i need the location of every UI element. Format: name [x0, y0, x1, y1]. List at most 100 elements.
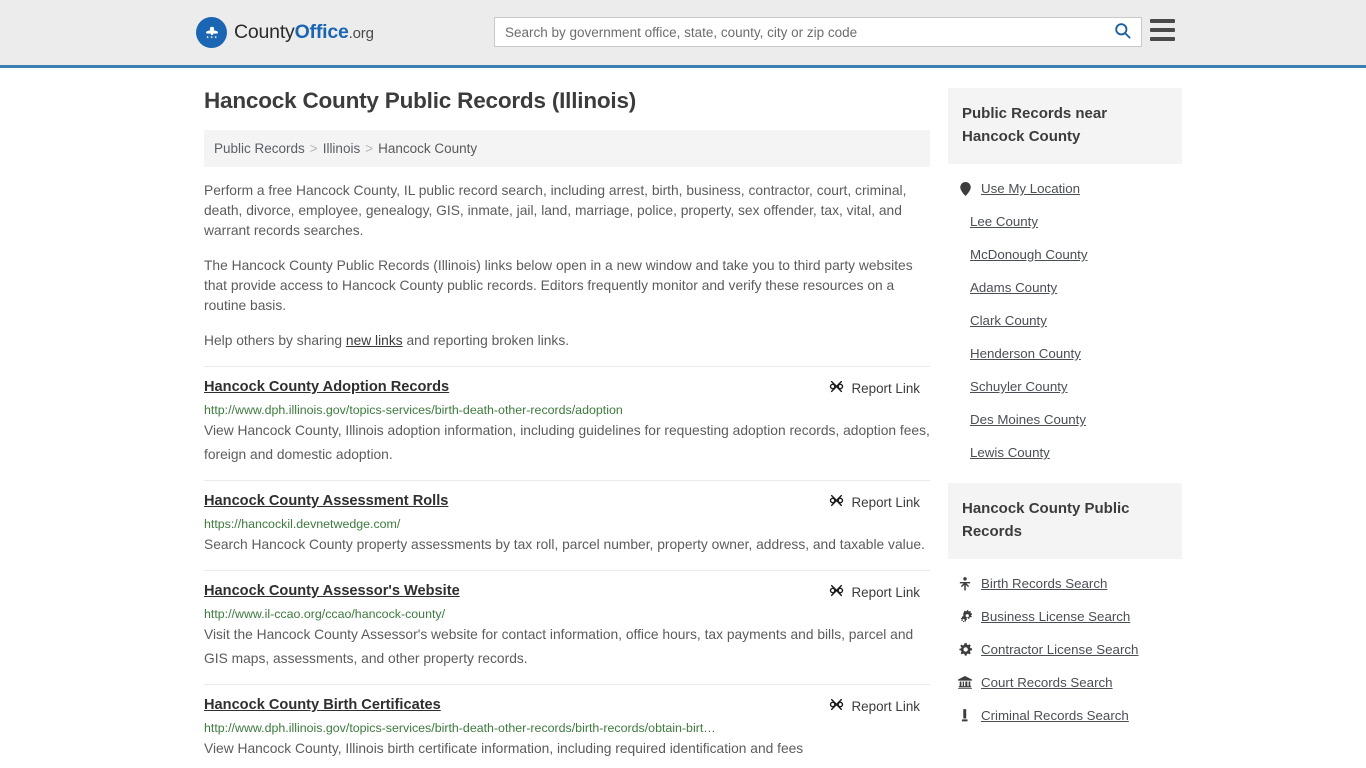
logo-wordmark: CountyOffice.org	[234, 21, 374, 44]
nearby-county-item[interactable]: McDonough County	[948, 238, 1182, 271]
nearby-county-link[interactable]: Lee County	[970, 214, 1038, 229]
nearby-county-link[interactable]: Clark County	[970, 313, 1047, 328]
site-header: CountyOffice.org	[0, 0, 1366, 68]
public-record-link[interactable]: Court Records Search	[981, 675, 1113, 690]
nearby-county-link[interactable]: Lewis County	[970, 445, 1050, 460]
result-url[interactable]: http://www.dph.illinois.gov/topics-servi…	[204, 403, 930, 417]
broken-link-icon	[829, 379, 844, 397]
report-link-button[interactable]: Report Link	[829, 583, 930, 601]
nearby-county-link[interactable]: Adams County	[970, 280, 1057, 295]
result-header: Hancock County Assessor's Website Report…	[204, 583, 930, 601]
hamburger-bar	[1150, 28, 1175, 32]
broken-link-icon	[829, 583, 844, 601]
nearby-county-item[interactable]: Schuyler County	[948, 370, 1182, 403]
intro-paragraph-1: Perform a free Hancock County, IL public…	[204, 183, 907, 238]
result-url[interactable]: http://www.il-ccao.org/ccao/hancock-coun…	[204, 607, 930, 621]
page-body: Hancock County Public Records (Illinois)…	[0, 68, 1366, 768]
result-description: View Hancock County, Illinois birth cert…	[204, 741, 804, 756]
nearby-county-link[interactable]: Des Moines County	[970, 412, 1086, 427]
gavel-icon	[958, 709, 972, 722]
nearby-county-link[interactable]: McDonough County	[970, 247, 1088, 262]
report-link-label: Report Link	[851, 584, 920, 600]
result-item: Hancock County Assessor's Website Report…	[204, 570, 930, 684]
site-logo[interactable]: CountyOffice.org	[196, 17, 374, 48]
nearby-county-item[interactable]: Des Moines County	[948, 403, 1182, 436]
breadcrumb-item-public-records[interactable]: Public Records	[214, 141, 305, 156]
public-record-link[interactable]: Contractor License Search	[981, 642, 1138, 657]
report-link-button[interactable]: Report Link	[829, 493, 930, 511]
child-icon	[958, 576, 972, 591]
eagle-seal-icon	[196, 17, 227, 48]
report-link-label: Report Link	[851, 380, 920, 396]
result-title-link[interactable]: Hancock County Assessment Rolls	[204, 493, 448, 509]
public-record-link[interactable]: Business License Search	[981, 609, 1130, 624]
intro-p3-before: Help others by sharing	[204, 333, 346, 348]
intro-p3-after: and reporting broken links.	[402, 333, 570, 348]
search-button[interactable]	[1103, 18, 1141, 46]
result-title-link[interactable]: Hancock County Birth Certificates	[204, 697, 441, 713]
results-list: Hancock County Adoption Records Report L…	[204, 366, 930, 768]
breadcrumb-separator: >	[365, 141, 374, 156]
search-input[interactable]	[495, 18, 1103, 46]
result-header: Hancock County Birth Certificates Report…	[204, 697, 930, 715]
courthouse-icon	[958, 676, 972, 689]
main-column: Hancock County Public Records (Illinois)…	[204, 88, 930, 768]
result-url[interactable]: https://hancockil.devnetwedge.com/	[204, 517, 930, 531]
new-links-link[interactable]: new links	[346, 333, 403, 348]
map-pin-icon	[958, 181, 972, 196]
nearby-county-item[interactable]: Clark County	[948, 304, 1182, 337]
nearby-county-link[interactable]: Use My Location	[981, 181, 1080, 196]
records-panel-heading: Hancock County Public Records	[948, 483, 1182, 559]
public-record-item[interactable]: Business License Search	[948, 600, 1182, 633]
logo-text-county: County	[234, 21, 295, 43]
report-link-label: Report Link	[851, 494, 920, 510]
result-title-link[interactable]: Hancock County Assessor's Website	[204, 583, 460, 599]
public-record-item[interactable]: Birth Records Search	[948, 567, 1182, 600]
gear-icon	[958, 643, 972, 656]
nearby-county-link[interactable]: Schuyler County	[970, 379, 1068, 394]
breadcrumb: Public Records > Illinois > Hancock County	[204, 130, 930, 167]
report-link-button[interactable]: Report Link	[829, 379, 930, 397]
nearby-county-item[interactable]: Henderson County	[948, 337, 1182, 370]
public-record-link[interactable]: Birth Records Search	[981, 576, 1107, 591]
public-record-item[interactable]: Criminal Records Search	[948, 699, 1182, 732]
broken-link-icon	[829, 697, 844, 715]
result-url[interactable]: http://www.dph.illinois.gov/topics-servi…	[204, 721, 930, 735]
report-link-label: Report Link	[851, 698, 920, 714]
public-record-item[interactable]: Contractor License Search	[948, 633, 1182, 666]
breadcrumb-item-illinois[interactable]: Illinois	[323, 141, 361, 156]
public-record-item[interactable]: Court Records Search	[948, 666, 1182, 699]
sidebar: Public Records near Hancock County Use M…	[948, 88, 1182, 768]
nearby-county-item[interactable]: Use My Location	[948, 172, 1182, 205]
hamburger-bar	[1150, 19, 1175, 23]
breadcrumb-item-hancock-county: Hancock County	[378, 141, 478, 156]
logo-text-office: Office	[294, 21, 349, 43]
public-record-link[interactable]: Criminal Records Search	[981, 708, 1129, 723]
content-row: Hancock County Public Records (Illinois)…	[204, 68, 1182, 768]
result-item: Hancock County Birth Certificates Report…	[204, 684, 930, 768]
result-header: Hancock County Assessment Rolls Report L…	[204, 493, 930, 511]
report-link-button[interactable]: Report Link	[829, 697, 930, 715]
nearby-county-item[interactable]: Adams County	[948, 271, 1182, 304]
hamburger-menu-icon[interactable]	[1150, 19, 1175, 41]
result-description: Visit the Hancock County Assessor's webs…	[204, 627, 914, 666]
double-gear-icon	[958, 610, 972, 623]
result-title-link[interactable]: Hancock County Adoption Records	[204, 379, 449, 395]
result-description: Search Hancock County property assessmen…	[204, 537, 925, 552]
nearby-county-item[interactable]: Lewis County	[948, 436, 1182, 469]
hamburger-bar	[1150, 37, 1175, 41]
intro-paragraph-2: The Hancock County Public Records (Illin…	[204, 258, 913, 313]
result-description: View Hancock County, Illinois adoption i…	[204, 423, 930, 462]
search-bar[interactable]	[494, 17, 1142, 47]
nearby-counties-list: Use My Location Lee County McDonough Count…	[948, 164, 1182, 483]
result-header: Hancock County Adoption Records Report L…	[204, 379, 930, 397]
search-icon	[1113, 21, 1132, 43]
broken-link-icon	[829, 493, 844, 511]
result-item: Hancock County Adoption Records Report L…	[204, 366, 930, 480]
page-title: Hancock County Public Records (Illinois)	[204, 88, 637, 113]
public-records-links-list: Birth Records Search Business License Sea…	[948, 559, 1182, 746]
nearby-county-link[interactable]: Henderson County	[970, 346, 1081, 361]
nearby-county-item[interactable]: Lee County	[948, 205, 1182, 238]
intro-paragraph-3: Help others by sharing new links and rep…	[204, 331, 930, 351]
intro-text: Perform a free Hancock County, IL public…	[204, 167, 930, 351]
